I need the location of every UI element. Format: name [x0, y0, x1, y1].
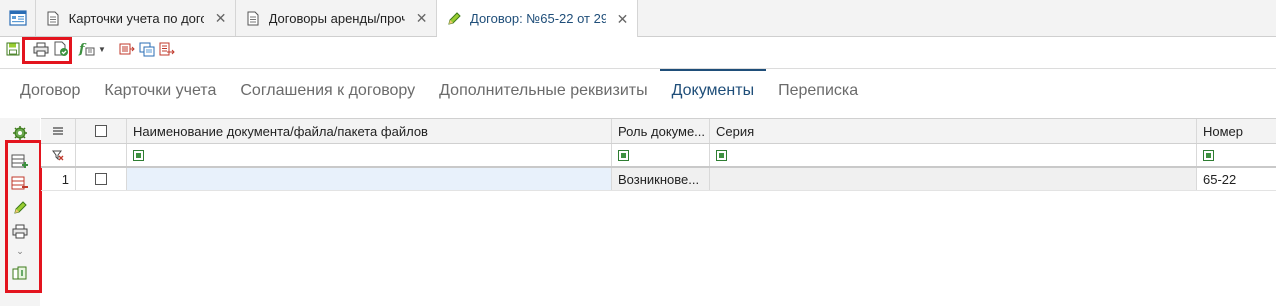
tab-agreements[interactable]: Соглашения к договору [228, 69, 427, 109]
chevron-down-icon[interactable]: ▼ [98, 45, 106, 54]
tab-lease-contracts[interactable]: Договоры аренды/проч... ✕ [236, 0, 437, 36]
section-tabs: Договор Карточки учета Соглашения к дого… [8, 69, 870, 109]
add-row-button[interactable] [11, 152, 29, 170]
select-all-checkbox[interactable] [76, 119, 127, 143]
cell-series[interactable] [710, 168, 1197, 190]
document-icon [246, 10, 261, 26]
tab-accounting-cards-section[interactable]: Карточки учета [92, 69, 228, 109]
menu-icon [53, 127, 63, 135]
delete-row-button[interactable] [11, 174, 29, 192]
gear-icon [13, 126, 27, 140]
table-header: Наименование документа/файла/пакета файл… [41, 118, 1276, 144]
filter-name[interactable] [127, 144, 612, 166]
checkbox[interactable] [95, 173, 107, 185]
document-arrow-icon [159, 42, 175, 55]
filter-icon[interactable] [618, 149, 629, 161]
column-header-name[interactable]: Наименование документа/файла/пакета файл… [127, 119, 612, 143]
export-pdf-button[interactable] [118, 40, 136, 58]
save-button[interactable] [4, 40, 22, 58]
pencil-icon [13, 200, 27, 214]
filter-icon[interactable] [716, 149, 727, 161]
attach-file-button[interactable] [11, 264, 29, 282]
tab-label: Договоры аренды/проч... [268, 10, 406, 26]
table-row[interactable]: 1 Возникнове... 65-22 [41, 168, 1276, 191]
edit-row-button[interactable] [11, 198, 29, 216]
tab-contract[interactable]: Договор: №65-22 от 29.... ✕ [437, 0, 638, 37]
filter-cell [76, 144, 127, 166]
move-button[interactable] [158, 40, 176, 58]
column-header-role[interactable]: Роль докуме... [612, 119, 710, 143]
close-icon[interactable]: ✕ [415, 11, 428, 25]
tab-additional-details[interactable]: Дополнительные реквизиты [427, 69, 659, 109]
settings-button[interactable] [11, 124, 29, 142]
save-icon [6, 42, 20, 56]
file-attach-icon [12, 266, 27, 280]
tab-contract-main[interactable]: Договор [8, 69, 92, 109]
tab-accounting-cards[interactable]: Карточки учета по дого... ✕ [36, 0, 236, 36]
tab-label: Карточки учета по дого... [68, 10, 205, 26]
filter-icon[interactable] [133, 149, 144, 161]
cell-role[interactable]: Возникнове... [612, 168, 710, 190]
clear-filter-button[interactable] [41, 144, 76, 166]
printer-icon [33, 42, 49, 56]
clear-filter-icon [52, 150, 64, 161]
cell-name[interactable] [127, 168, 612, 190]
printer-icon [12, 224, 28, 238]
copy-button[interactable] [138, 40, 156, 58]
home-tab-button[interactable] [0, 0, 36, 36]
cell-number[interactable]: 65-22 [1197, 168, 1276, 190]
side-toolbar: ⌄ [0, 118, 40, 306]
row-number: 1 [41, 168, 76, 190]
print-button[interactable] [32, 40, 50, 58]
filter-icon[interactable] [1203, 149, 1214, 161]
tab-strip: Карточки учета по дого... ✕ Договоры аре… [0, 0, 1276, 37]
formula-button[interactable]: f [78, 40, 96, 58]
filter-series[interactable] [710, 144, 1197, 166]
print-table-button[interactable] [11, 222, 29, 240]
tab-label: Договор: №65-22 от 29.... [470, 11, 606, 26]
main-toolbar: f ▼ [0, 37, 1276, 61]
column-menu-button[interactable] [41, 119, 76, 143]
checkbox[interactable] [95, 125, 107, 137]
function-icon: f [78, 42, 95, 57]
pencil-icon [447, 11, 462, 27]
document-icon [46, 10, 61, 26]
filter-role[interactable] [612, 144, 710, 166]
row-checkbox-cell[interactable] [76, 168, 127, 190]
document-check-icon [54, 41, 68, 56]
column-header-number[interactable]: Номер [1197, 119, 1276, 143]
tab-correspondence[interactable]: Переписка [766, 69, 870, 109]
window-list-icon [8, 10, 27, 26]
close-icon[interactable]: ✕ [214, 11, 227, 25]
close-icon[interactable]: ✕ [616, 12, 629, 26]
export-icon [119, 43, 135, 55]
tab-documents[interactable]: Документы [659, 69, 767, 109]
filter-row [41, 144, 1276, 168]
chevron-down-icon[interactable]: ⌄ [11, 242, 29, 260]
column-header-series[interactable]: Серия [710, 119, 1197, 143]
delete-row-icon [11, 176, 28, 190]
add-row-icon [11, 154, 28, 168]
filter-number[interactable] [1197, 144, 1276, 166]
copy-window-icon [139, 42, 155, 56]
approve-document-button[interactable] [52, 40, 70, 58]
